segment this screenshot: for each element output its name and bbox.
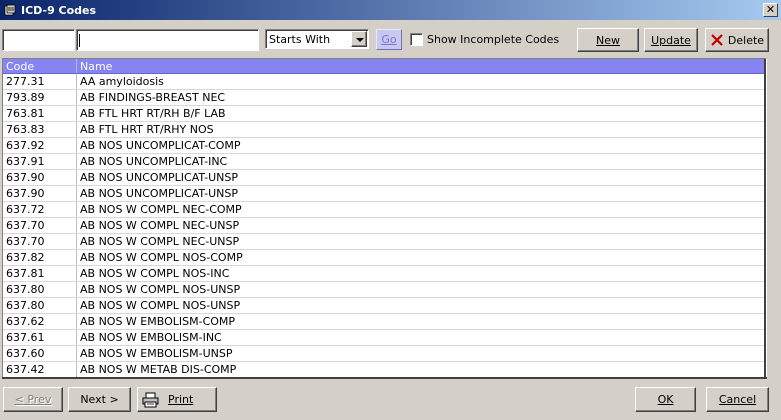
cancel-button[interactable]: Cancel: [706, 387, 769, 412]
cell-name: AB NOS W METAB DIS-COMP: [80, 363, 237, 376]
close-icon: ✕: [765, 3, 776, 16]
next-button-label: Next >: [80, 393, 119, 406]
update-button-label: Update: [651, 33, 691, 47]
cell-name: AB NOS W EMBOLISM-UNSP: [80, 347, 233, 360]
cell-code: 637.82: [3, 250, 77, 265]
title-bar[interactable]: ICD-9 Codes ✕: [0, 0, 781, 20]
table-row[interactable]: 637.80 AB NOS W COMPL NOS-UNSP: [3, 298, 766, 314]
table-row[interactable]: 637.82 AB NOS W COMPL NOS-COMP: [3, 250, 766, 266]
table-row[interactable]: 637.62 AB NOS W EMBOLISM-COMP: [3, 314, 766, 330]
new-button[interactable]: New: [577, 28, 639, 52]
cell-code: 637.72: [3, 202, 77, 217]
cell-code: 637.81: [3, 266, 77, 281]
codes-grid[interactable]: Code Name 277.31 AA amyloidosis 793.89 AB F…: [2, 58, 767, 379]
prev-button-label: < Prev: [14, 393, 52, 406]
ok-button-label: OK: [657, 393, 674, 406]
cell-code: 637.80: [3, 282, 77, 297]
cell-code: 637.80: [3, 298, 77, 313]
show-incomplete-checkbox[interactable]: [410, 33, 423, 46]
cell-name: AB NOS UNCOMPLICAT-UNSP: [80, 171, 238, 184]
cancel-button-label: Cancel: [718, 393, 757, 406]
print-button[interactable]: Print: [137, 387, 217, 412]
cell-code: 637.92: [3, 138, 77, 153]
cell-name: AB NOS UNCOMPLICAT-COMP: [80, 139, 241, 152]
cell-code: 637.70: [3, 234, 77, 249]
text-caret: [79, 34, 80, 47]
delete-x-icon: [710, 33, 724, 47]
table-row[interactable]: 637.61 AB NOS W EMBOLISM-INC: [3, 330, 766, 346]
table-row[interactable]: 637.81 AB NOS W COMPL NOS-INC: [3, 266, 766, 282]
grid-header: Code Name: [3, 59, 766, 74]
cell-code: 637.90: [3, 186, 77, 201]
cell-name: AA amyloidosis: [80, 75, 164, 88]
table-row[interactable]: 637.90 AB NOS UNCOMPLICAT-UNSP: [3, 170, 766, 186]
table-row[interactable]: 763.81 AB FTL HRT RT/RH B/F LAB: [3, 106, 766, 122]
column-header-name[interactable]: Name: [77, 59, 766, 73]
table-row[interactable]: 637.70 AB NOS W COMPL NEC-UNSP: [3, 218, 766, 234]
table-row[interactable]: 637.72 AB NOS W COMPL NEC-COMP: [3, 202, 766, 218]
table-row[interactable]: 637.92 AB NOS UNCOMPLICAT-COMP: [3, 138, 766, 154]
printer-icon: [142, 392, 159, 408]
cell-name: AB NOS W COMPL NOS-UNSP: [80, 299, 241, 312]
table-row[interactable]: 277.31 AA amyloidosis: [3, 74, 766, 90]
cell-code: 793.89: [3, 90, 77, 105]
cell-code: 763.81: [3, 106, 77, 121]
delete-button-label: Delete: [727, 33, 765, 47]
table-row[interactable]: 637.42 AB NOS W METAB DIS-COMP: [3, 362, 766, 378]
cell-name: AB NOS W COMPL NEC-UNSP: [80, 235, 240, 248]
column-header-code[interactable]: Code: [3, 59, 77, 73]
cell-name: AB NOS W COMPL NOS-COMP: [80, 251, 243, 264]
table-row[interactable]: 637.70 AB NOS W COMPL NEC-UNSP: [3, 234, 766, 250]
cell-code: 637.60: [3, 346, 77, 361]
table-row[interactable]: 637.91 AB NOS UNCOMPLICAT-INC: [3, 154, 766, 170]
cell-name: AB NOS W COMPL NEC-COMP: [80, 203, 242, 216]
cell-name: AB NOS W EMBOLISM-COMP: [80, 315, 236, 328]
close-button[interactable]: ✕: [763, 3, 778, 17]
cell-code: 637.70: [3, 218, 77, 233]
cell-code: 637.62: [3, 314, 77, 329]
grid-rows: 277.31 AA amyloidosis 793.89 AB FINDINGS-BR…: [3, 74, 766, 378]
update-button[interactable]: Update: [644, 28, 698, 52]
codes-grid-body: Code Name 277.31 AA amyloidosis 793.89 AB F…: [3, 59, 766, 378]
ok-button[interactable]: OK: [635, 387, 696, 412]
cell-name: AB NOS W COMPL NEC-UNSP: [80, 219, 240, 232]
cell-code: 637.91: [3, 154, 77, 169]
window-title: ICD-9 Codes: [21, 3, 97, 17]
cell-name: AB FTL HRT RT/RHY NOS: [80, 123, 214, 136]
app-icon: [4, 4, 16, 16]
cell-name: AB FINDINGS-BREAST NEC: [80, 91, 226, 104]
cell-name: AB NOS UNCOMPLICAT-UNSP: [80, 187, 238, 200]
icd9-codes-window: ICD-9 Codes ✕ Starts With Go Show Incomp…: [0, 0, 781, 420]
go-button[interactable]: Go: [376, 29, 402, 50]
cell-name: AB NOS W EMBOLISM-INC: [80, 331, 222, 344]
match-mode-value: Starts With: [269, 32, 331, 46]
cell-code: 763.83: [3, 122, 77, 137]
delete-button[interactable]: Delete: [705, 28, 769, 52]
code-search-input[interactable]: [2, 29, 75, 51]
cell-code: 637.42: [3, 362, 77, 377]
cell-name: AB NOS W COMPL NOS-UNSP: [80, 283, 241, 296]
cell-name: AB FTL HRT RT/RH B/F LAB: [80, 107, 226, 120]
grid-right-edge: [764, 59, 766, 378]
new-button-label: New: [596, 33, 620, 47]
name-search-input[interactable]: [76, 29, 259, 51]
cell-code: 277.31: [3, 74, 77, 89]
cell-name: AB NOS UNCOMPLICAT-INC: [80, 155, 228, 168]
next-button[interactable]: Next >: [68, 387, 131, 412]
show-incomplete-label[interactable]: Show Incomplete Codes: [427, 33, 559, 46]
cell-code: 637.61: [3, 330, 77, 345]
chevron-down-icon[interactable]: [351, 31, 367, 47]
print-button-label: Print: [168, 393, 194, 406]
grid-bottom-edge: [2, 377, 767, 379]
cell-name: AB NOS W COMPL NOS-INC: [80, 267, 230, 280]
table-row[interactable]: 793.89 AB FINDINGS-BREAST NEC: [3, 90, 766, 106]
prev-button[interactable]: < Prev: [3, 387, 63, 412]
table-row[interactable]: 763.83 AB FTL HRT RT/RHY NOS: [3, 122, 766, 138]
table-row[interactable]: 637.80 AB NOS W COMPL NOS-UNSP: [3, 282, 766, 298]
cell-code: 637.90: [3, 170, 77, 185]
table-row[interactable]: 637.90 AB NOS UNCOMPLICAT-UNSP: [3, 186, 766, 202]
go-button-label: Go: [381, 33, 397, 46]
match-mode-select[interactable]: Starts With: [265, 29, 369, 49]
table-row[interactable]: 637.60 AB NOS W EMBOLISM-UNSP: [3, 346, 766, 362]
